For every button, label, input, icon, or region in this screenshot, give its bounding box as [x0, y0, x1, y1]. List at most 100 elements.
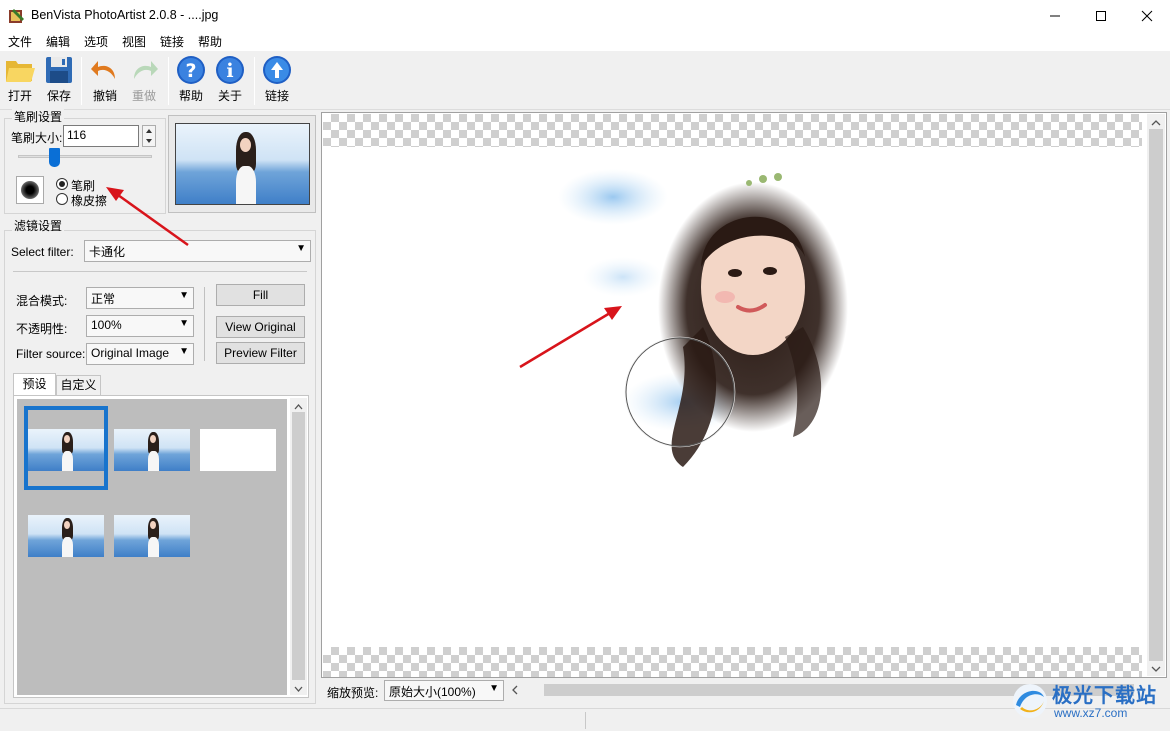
- preview-filter-button[interactable]: Preview Filter: [216, 342, 305, 364]
- save-button[interactable]: 保存: [42, 55, 76, 107]
- watermark-brand: 极光下载站: [1052, 685, 1157, 707]
- filter-source-label: Filter source:: [16, 347, 86, 361]
- window-title: BenVista PhotoArtist 2.0.8 - ....jpg: [31, 8, 219, 22]
- chevron-down-icon: ▼: [179, 318, 189, 329]
- svg-text:?: ?: [185, 60, 196, 82]
- navigator-panel[interactable]: [168, 115, 316, 213]
- radio-eraser[interactable]: [56, 193, 68, 205]
- link-button[interactable]: 链接: [260, 55, 294, 107]
- maximize-button[interactable]: [1078, 0, 1124, 31]
- redo-button[interactable]: 重做: [127, 55, 161, 107]
- floppy-disk-icon: [46, 57, 72, 83]
- opacity-value: 100%: [91, 318, 122, 332]
- status-bar: [0, 708, 1170, 731]
- redo-icon: [134, 61, 158, 79]
- filter-group-title: 滤镜设置: [12, 217, 65, 234]
- navigator-thumbnail: [175, 123, 310, 205]
- preset-scroll-thumb[interactable]: [292, 412, 305, 680]
- preset-thumb-2[interactable]: [114, 429, 190, 471]
- menu-edit[interactable]: 编辑: [46, 33, 70, 50]
- canvas-viewport[interactable]: [321, 112, 1167, 678]
- help-label: 帮助: [178, 89, 203, 103]
- fill-button[interactable]: Fill: [216, 284, 305, 306]
- preset-thumb-1[interactable]: [28, 429, 104, 471]
- filter-source-dropdown[interactable]: Original Image ▼: [86, 343, 194, 365]
- transparency-bottom: [323, 647, 1142, 677]
- menu-file[interactable]: 文件: [8, 33, 32, 50]
- spinner-arrows-icon: [146, 129, 152, 143]
- brush-shape-icon: [21, 181, 39, 199]
- select-filter-dropdown[interactable]: 卡通化 ▼: [84, 240, 311, 262]
- chevron-down-icon: ▼: [296, 243, 306, 254]
- folder-open-icon: [6, 61, 35, 82]
- brush-group-title: 笔刷设置: [12, 108, 65, 125]
- redo-label: 重做: [131, 89, 156, 103]
- menu-options[interactable]: 选项: [84, 33, 108, 50]
- save-label: 保存: [46, 89, 71, 103]
- preset-thumb-3[interactable]: [200, 429, 276, 471]
- title-bar: BenVista PhotoArtist 2.0.8 - ....jpg: [0, 0, 1170, 31]
- watermark-logo-icon: [1013, 684, 1047, 718]
- filter-source-value: Original Image: [91, 346, 170, 360]
- brush-size-slider-track[interactable]: [18, 155, 152, 158]
- canvas-vertical-scrollbar[interactable]: [1147, 114, 1165, 676]
- globe-link-icon: [263, 56, 291, 84]
- toolbar: 打开 保存 撤销 重做 ? 帮助 i 关于 链接: [0, 51, 1170, 110]
- zoom-dropdown[interactable]: 原始大小(100%) ▼: [384, 680, 504, 701]
- undo-button[interactable]: 撤销: [88, 55, 122, 107]
- radio-eraser-label: 橡皮擦: [71, 194, 108, 208]
- open-label: 打开: [7, 89, 32, 103]
- brush-size-spinner[interactable]: [142, 125, 156, 147]
- link-label: 链接: [264, 89, 289, 103]
- preset-scrollbar[interactable]: [290, 398, 307, 695]
- divider: [13, 271, 307, 272]
- opacity-label: 不透明性:: [16, 322, 68, 336]
- portrait-artwork: [558, 169, 848, 467]
- menu-help[interactable]: 帮助: [198, 33, 222, 50]
- svg-text:i: i: [226, 60, 233, 82]
- minimize-button[interactable]: [1032, 0, 1078, 31]
- minimize-icon: [1050, 15, 1060, 16]
- about-button[interactable]: i 关于: [213, 55, 247, 107]
- undo-label: 撤销: [92, 89, 117, 103]
- preset-grid: [17, 399, 287, 695]
- canvas-image[interactable]: [323, 147, 1142, 647]
- tab-custom[interactable]: 自定义: [56, 375, 101, 395]
- watermark-url: www.xz7.com: [1054, 706, 1128, 720]
- help-button[interactable]: ? 帮助: [174, 55, 208, 107]
- undo-icon: [91, 61, 115, 79]
- watermark: 极光下载站 www.xz7.com: [1010, 677, 1165, 725]
- blend-mode-label: 混合模式:: [16, 294, 68, 308]
- scroll-down-icon: [1151, 666, 1161, 672]
- menu-view[interactable]: 视图: [122, 33, 146, 50]
- chevron-down-icon: ▼: [489, 683, 499, 694]
- zoom-label: 缩放预览:: [327, 686, 379, 700]
- blend-mode-dropdown[interactable]: 正常 ▼: [86, 287, 194, 309]
- brush-size-input[interactable]: 116: [63, 125, 139, 147]
- select-filter-value: 卡通化: [89, 245, 126, 259]
- open-button[interactable]: 打开: [3, 55, 37, 107]
- close-button[interactable]: [1124, 0, 1170, 31]
- menu-link[interactable]: 链接: [160, 33, 184, 50]
- view-original-button[interactable]: View Original: [216, 316, 305, 338]
- brush-size-label: 笔刷大小:: [11, 131, 63, 145]
- preset-thumb-5[interactable]: [114, 515, 190, 557]
- chevron-down-icon: ▼: [179, 290, 189, 301]
- scroll-left-icon: [512, 685, 518, 695]
- tab-preset[interactable]: 预设: [13, 373, 56, 395]
- blend-mode-value: 正常: [91, 292, 116, 306]
- transparency-top: [323, 114, 1142, 147]
- maximize-icon: [1096, 10, 1106, 21]
- help-question-icon: ?: [177, 56, 205, 84]
- radio-brush[interactable]: [56, 178, 68, 190]
- opacity-dropdown[interactable]: 100% ▼: [86, 315, 194, 337]
- preset-panel: [13, 395, 309, 698]
- menu-bar: 文件 编辑 选项 视图 链接 帮助: [0, 31, 1170, 51]
- brush-size-slider-thumb[interactable]: [49, 148, 61, 167]
- scroll-down-icon: [294, 686, 303, 692]
- close-icon: [1141, 10, 1153, 21]
- brush-preview: [16, 176, 44, 204]
- canvas-vscroll-thumb[interactable]: [1149, 129, 1163, 661]
- preset-thumb-4[interactable]: [28, 515, 104, 557]
- about-label: 关于: [217, 89, 242, 103]
